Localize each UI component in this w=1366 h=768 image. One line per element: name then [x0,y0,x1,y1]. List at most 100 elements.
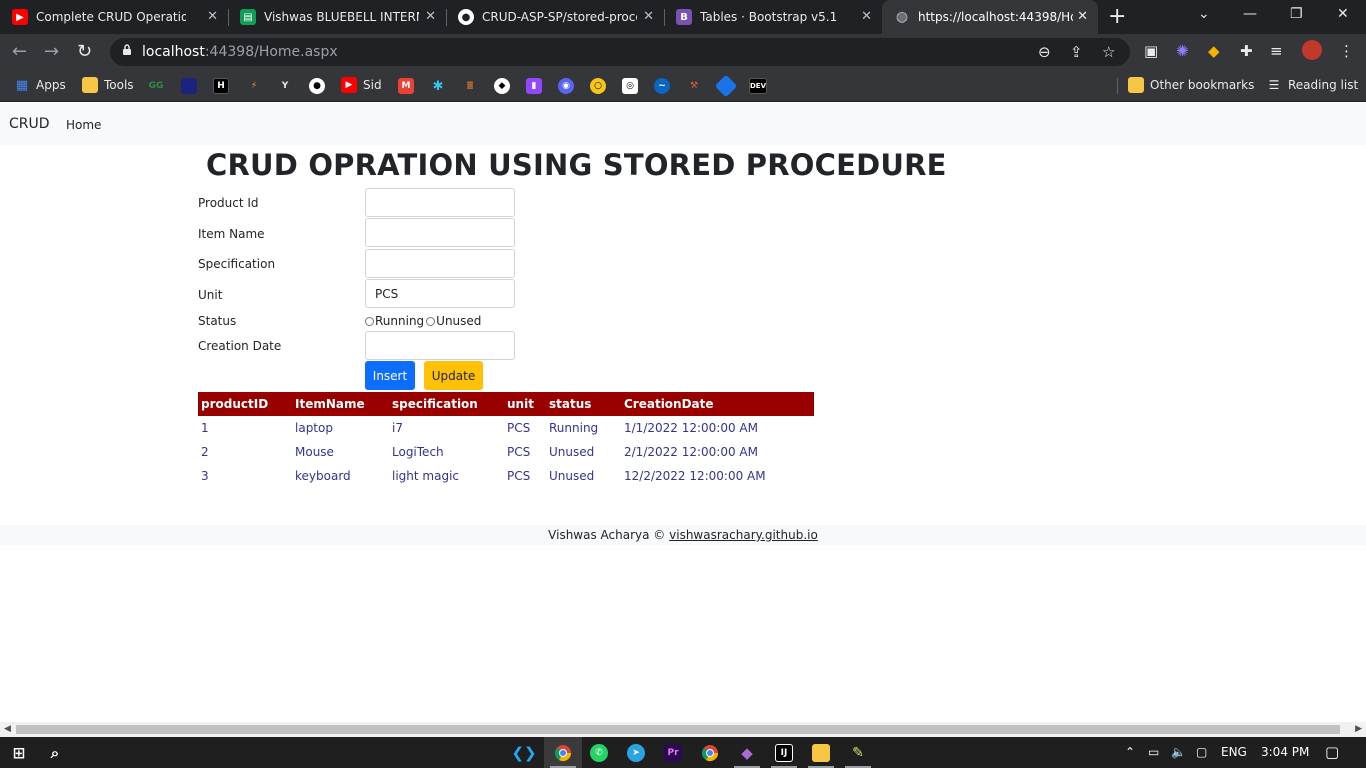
nav-link-home[interactable]: Home [66,118,101,132]
bookmark-sid[interactable]: ▶ Sid [341,77,382,93]
menu-dots-icon[interactable]: ⋮ [1339,42,1354,60]
slack-icon[interactable]: ✱ [430,78,446,94]
hackerrank-icon[interactable]: H [213,78,229,94]
insert-button[interactable]: Insert [365,361,415,390]
navbar-brand[interactable]: CRUD [9,116,50,132]
status-running-label[interactable]: Running [375,314,424,328]
scroll-left-icon[interactable]: ◀ [4,724,11,734]
close-window-icon[interactable]: ✕ [1337,6,1349,22]
restore-icon[interactable]: ❐ [1290,6,1303,22]
status-unused-label[interactable]: Unused [436,314,481,328]
address-bar[interactable]: localhost:44398/Home.aspx ⊖ ⇪ ☆ [110,38,1130,66]
table-cell: laptop [295,421,333,435]
stackoverflow-icon[interactable]: ≣ [462,78,478,94]
geeksforgeeks-icon[interactable]: GG [148,78,164,94]
bookmark-tool-icon[interactable]: ⚒ [686,78,702,94]
chrome-icon[interactable] [554,744,572,762]
share-icon[interactable]: ⇪ [1070,43,1083,61]
whatsapp-icon[interactable]: ✆ [590,744,608,762]
browser-tab-5-active[interactable]: ◍ https://localhost:44398/Hom ✕ [882,0,1098,34]
clock-time[interactable]: 3:04 PM [1261,745,1309,759]
premiere-pro-icon[interactable]: Pr [664,744,682,762]
vscode-icon[interactable]: ❮❯ [511,744,536,762]
extension-gear-icon[interactable]: ✺ [1176,42,1189,60]
table-cell: PCS [507,445,531,459]
site-navbar: CRUD Home [0,103,1366,145]
bookmark-apps[interactable]: ▦ Apps [14,77,66,93]
browser-tab-2[interactable]: ▤ Vishwas BLUEBELL INTERNSH ✕ [228,0,446,34]
tab-search-icon[interactable]: ⌄ [1198,6,1210,22]
bookmark-robot-icon[interactable]: ◎ [622,78,638,94]
bookmark-reading-list[interactable]: ☰ Reading list [1266,77,1359,93]
telegram-icon[interactable]: ➤ [627,744,645,762]
bookmark-shield-icon[interactable]: ◆ [494,78,510,94]
bookmark-blue-icon[interactable] [181,78,197,94]
extension-python-icon[interactable]: ◆ [1208,42,1220,60]
intellij-icon[interactable]: IJ [775,744,793,762]
bookmark-circle-icon[interactable]: ○ [590,78,606,94]
scrollbar-thumb[interactable] [16,725,1340,734]
table-cell: Mouse [295,445,334,459]
bookmark-tools[interactable]: Tools [82,77,134,93]
extensions-puzzle-icon[interactable]: ✚ [1240,42,1253,60]
bookmark-y-icon[interactable]: Y [277,78,293,94]
close-tab-icon[interactable]: ✕ [643,9,654,24]
unit-input[interactable] [365,279,515,308]
visual-studio-icon[interactable]: ◆ [738,744,756,762]
youtube-icon: ▶ [12,9,28,25]
close-tab-icon[interactable]: ✕ [425,9,436,24]
github-bookmark-icon[interactable]: ● [309,78,325,94]
search-icon[interactable]: ⌕ [46,744,64,762]
minimize-icon[interactable]: — [1243,6,1257,22]
bookmark-star-icon[interactable]: ☆ [1102,43,1115,61]
product-id-input[interactable] [365,188,515,217]
browser-tab-4[interactable]: B Tables · Bootstrap v5.1 ✕ [664,0,882,34]
status-unused-radio[interactable] [426,316,436,326]
horizontal-scrollbar[interactable]: ◀ ▶ [0,722,1366,737]
leetcode-icon[interactable]: ⚡ [246,78,262,94]
back-icon[interactable]: ← [12,41,27,62]
network-icon[interactable]: ▢ [1196,745,1207,759]
reload-icon[interactable]: ↻ [77,41,92,62]
gmail-icon[interactable]: M [398,78,414,94]
volume-icon[interactable]: 🔈 [1171,745,1186,759]
excel-tool-icon[interactable]: ✎ [849,744,867,762]
item-name-label: Item Name [198,227,265,241]
scroll-right-icon[interactable]: ▶ [1355,724,1362,734]
update-button[interactable]: Update [424,361,483,390]
bookmark-wave-icon[interactable]: ~ [654,78,670,94]
dev-to-icon[interactable]: DEV [749,78,767,94]
bookmark-label: Tools [104,78,134,92]
browser-tab-3[interactable]: ● CRUD-ASP-SP/stored-proced ✕ [446,0,664,34]
file-explorer-icon[interactable] [812,744,830,762]
close-tab-icon[interactable]: ✕ [207,9,218,24]
item-name-input[interactable] [365,218,515,247]
media-queue-icon[interactable]: ≡ [1270,42,1283,60]
reader-icon[interactable]: ▣ [1144,42,1158,60]
new-tab-icon[interactable]: + [1108,4,1126,29]
browser-tab-1[interactable]: ▶ Complete CRUD Operation in ✕ [0,0,228,34]
bookmark-other[interactable]: Other bookmarks [1128,77,1254,93]
table-row: 3 keyboard light magic PCS Unused 12/2/2… [198,464,814,488]
status-running-radio[interactable] [365,316,374,326]
twitch-icon[interactable]: ▮ [526,78,542,94]
battery-icon[interactable]: ▭ [1148,745,1159,759]
creation-date-input[interactable] [365,331,515,360]
close-tab-icon[interactable]: ✕ [1077,9,1088,24]
forward-icon[interactable]: → [44,41,59,62]
column-header: CreationDate [621,392,814,416]
discord-icon[interactable]: ◉ [558,78,574,94]
windows-start-icon[interactable]: ⊞ [10,744,28,762]
specification-input[interactable] [365,249,515,278]
close-tab-icon[interactable]: ✕ [861,9,872,24]
chrome-2-icon[interactable] [701,744,719,762]
language-indicator[interactable]: ENG [1221,745,1247,759]
footer-link[interactable]: vishwasrachary.github.io [669,528,818,542]
table-cell: LogiTech [392,445,444,459]
tray-chevron-icon[interactable]: ⌃ [1125,745,1135,759]
notification-icon[interactable]: ▢ [1325,743,1339,761]
zoom-icon[interactable]: ⊖ [1038,43,1051,61]
bookmark-diamond-icon[interactable] [714,74,738,98]
table-cell: i7 [392,421,403,435]
profile-avatar[interactable] [1302,40,1322,60]
